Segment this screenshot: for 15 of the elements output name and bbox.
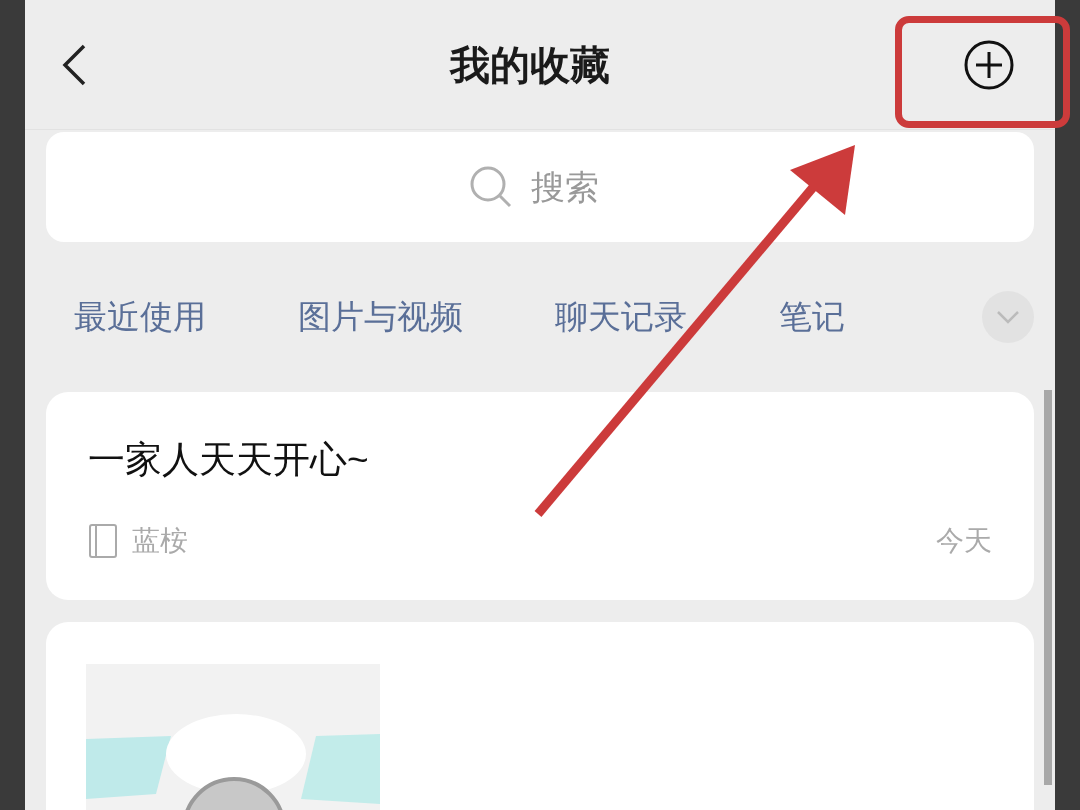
search-icon [469,165,513,209]
chevron-down-icon [996,310,1020,324]
favorite-card[interactable]: 一家人天天开心~ 蓝桉 今天 [46,392,1034,600]
back-icon [61,43,87,86]
category-tab[interactable]: 笔记 [779,292,845,342]
source-label: 蓝桉 [132,524,188,558]
plus-circle-icon [963,38,1015,91]
page-title: 我的收藏 [448,41,611,89]
note-title: 一家人天天开心~ [88,438,370,482]
date-label: 今天 [936,524,992,558]
category-tab[interactable]: 聊天记录 [555,292,687,342]
search-field[interactable]: 搜索 [531,161,611,213]
category-tab[interactable]: 图片与视频 [298,292,463,342]
notebook-icon [88,523,118,559]
category-tab[interactable]: 最近使用 [74,292,206,342]
